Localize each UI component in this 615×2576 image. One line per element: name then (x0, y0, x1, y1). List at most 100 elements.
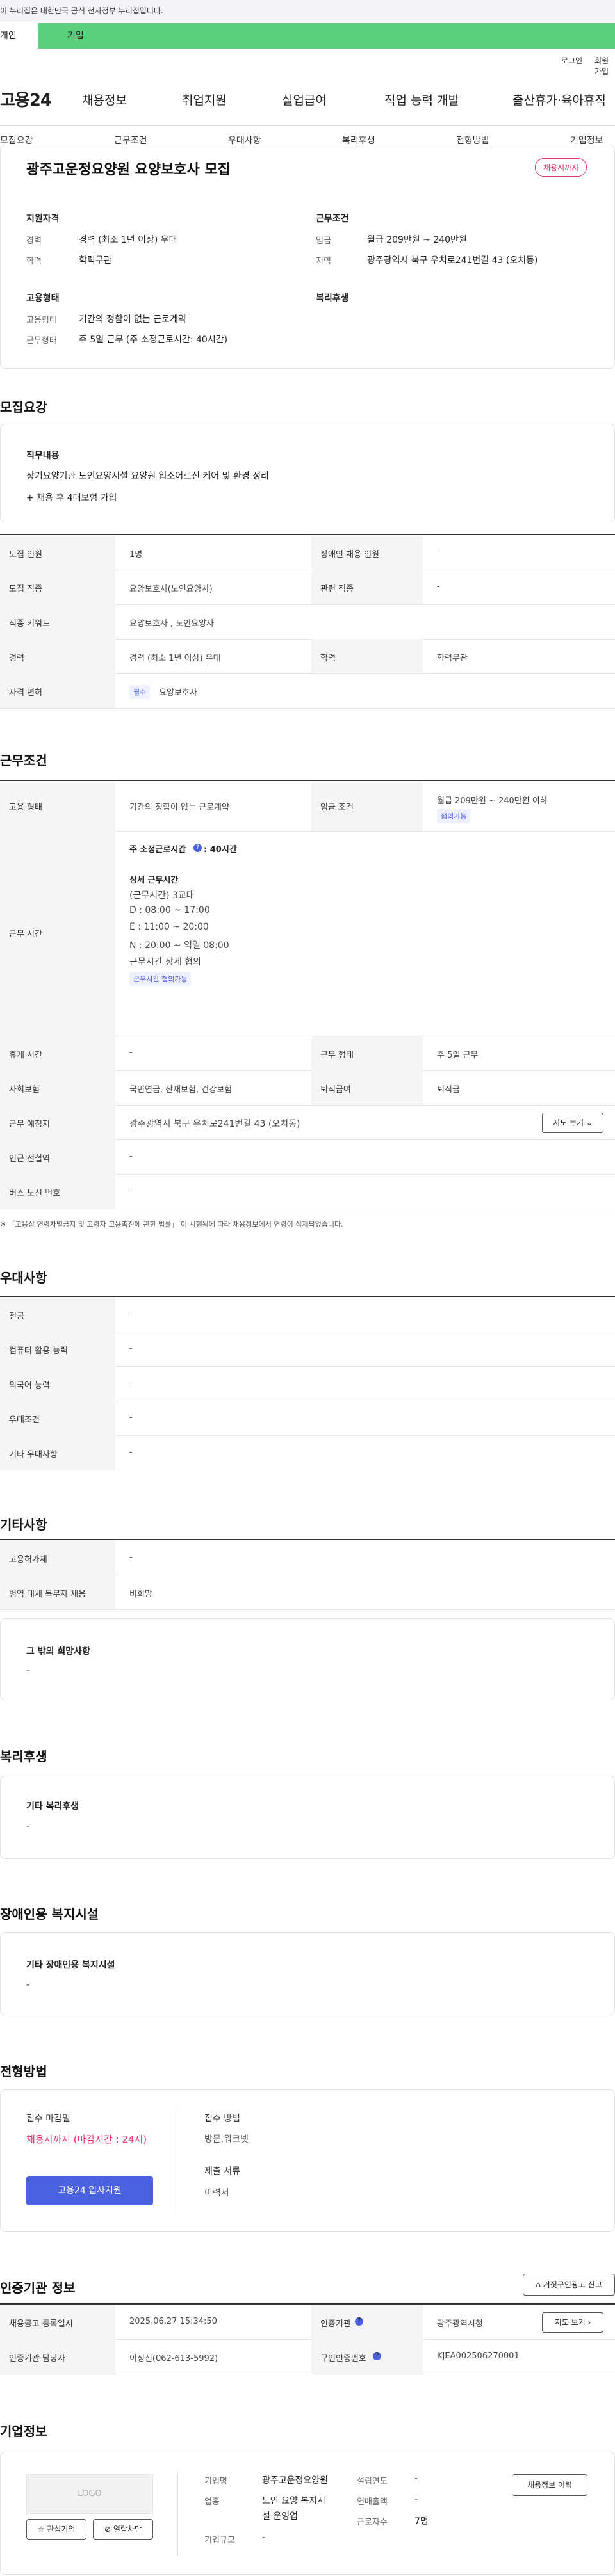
welfare-section-title: 복리후생 (0, 1749, 47, 1764)
duty-card: 직무내용 장기요양기관 노인요양시설 요양원 입소어르신 케어 및 환경 정리 … (0, 424, 615, 522)
company-name-label: 기업명 (204, 2477, 227, 2486)
tab-business-label: 기업 (67, 31, 84, 41)
block-view-button[interactable]: ⊘ 열람차단 (93, 2519, 153, 2540)
table-cell: 광주광역시 북구 우치로241번길 43 (오치동) (129, 1119, 300, 1129)
duty-text: 장기요양기관 노인요양시설 요양원 입소어르신 케어 및 환경 정리 (26, 471, 269, 481)
user-type-tabs: 개인 기업 (0, 23, 615, 49)
disabled-heading: 기타 장애인용 복지시설 (26, 1960, 115, 1970)
process-card: 접수 마감일 채용시까지 (마감시간 : 24시) 고용24 입사지원 접수 방… (0, 2089, 615, 2232)
company-logo: LOGO (26, 2474, 153, 2514)
company-name-value: 광주고운정요양원 (262, 2475, 329, 2486)
table-row: 자격 면허 필수 요양보호사 (0, 673, 615, 709)
help-icon[interactable]: ? (355, 2317, 363, 2326)
disabled-section-title: 장애인용 복지시설 (0, 1906, 99, 1922)
cert-map-button[interactable]: 지도 보기 › (542, 2312, 603, 2333)
method-label: 접수 방법 (204, 2114, 240, 2124)
chevron-right-icon: › (587, 2318, 591, 2327)
table-header: 직종 키워드 (9, 619, 50, 629)
table-row: 채용공고 등록일시 2025.06.27 15:34:50 인증기관 ? 광주광… (0, 2305, 615, 2340)
table-row: 버스 노선 번호 - (0, 1174, 615, 1209)
company-size-label: 기업규모 (204, 2536, 235, 2545)
tab-business[interactable]: 기업 (38, 23, 615, 49)
table-header: 채용공고 등록일시 (9, 2319, 73, 2329)
hours-line: 근무시간 상세 협의 (129, 957, 201, 967)
table-cell: - (129, 1186, 133, 1196)
tab-individual[interactable]: 개인 (0, 23, 38, 49)
table-row: 근무 예정지 광주광역시 북구 우치로241번길 43 (오치동) 지도 보기 … (0, 1105, 615, 1140)
table-header: 인증기관 담당자 (9, 2354, 65, 2363)
weekly-hours-label: 주 소정근로시간 (129, 845, 186, 855)
job-title: 광주고운정요양원 요양보호사 모집 (26, 162, 231, 178)
help-icon[interactable]: ? (193, 844, 202, 852)
job-summary-card: 광주고운정요양원 요양보호사 모집 채용시까지 지원자격 경력 경력 (최소 1… (0, 145, 615, 369)
table-header: 우대조건 (9, 1415, 40, 1425)
table-header: 임금 조건 (320, 803, 354, 812)
table-row: 모집 직종 요양보호사(노인요양사) 관련 직종 - (0, 570, 615, 605)
docs-label: 제출 서류 (204, 2166, 240, 2177)
site-logo[interactable]: 고용24 (0, 87, 52, 111)
table-row: 휴게 시간 - 근무 형태 주 5일 근무 (0, 1036, 615, 1071)
sales-value: - (414, 2494, 418, 2504)
table-cell: - (129, 1048, 133, 1058)
help-icon[interactable]: ? (373, 2352, 381, 2360)
gnb-item-vocational-training[interactable]: 직업 능력 개발 (384, 91, 459, 108)
gnb-item-employment-support[interactable]: 취업지원 (182, 91, 227, 108)
table-cell: - (129, 1378, 133, 1388)
table-cell: - (129, 1344, 133, 1353)
table-row: 기타 우대사항 - (0, 1435, 615, 1470)
employment-heading: 고용형태 (26, 293, 60, 303)
table-cell: KJEA002506270001 (437, 2351, 520, 2361)
table-header: 장애인 채용 인원 (320, 550, 379, 559)
company-logo-text: LOGO (78, 2489, 102, 2499)
table-row: 컴퓨터 활용 능력 - (0, 1332, 615, 1367)
apply-button-label: 고용24 입사지원 (58, 2186, 122, 2196)
wage-value: 월급 209만원 ~ 240만원 (367, 235, 467, 245)
hours-line: (근무시간) 3교대 (129, 890, 195, 901)
table-header: 외국어 능력 (9, 1381, 50, 1390)
duty-heading: 직무내용 (26, 451, 60, 461)
recruit-section-title: 모집요강 (0, 399, 47, 415)
signup-link[interactable]: 회원가입 (594, 55, 615, 77)
table-header: 컴퓨터 활용 능력 (9, 1346, 68, 1356)
detail-hours-label: 상세 근무시간 (129, 876, 179, 885)
method-value: 방문,워크넷 (204, 2134, 249, 2145)
table-cell: 경력 (최소 1년 이상) 우대 (129, 654, 221, 663)
report-fake-ad-button[interactable]: ⌂ 거짓구인광고 신고 (523, 2274, 615, 2296)
map-button[interactable]: 지도 보기 ⌄ (542, 1113, 603, 1133)
work-form-value: 주 5일 근무 (주 소정근로시간: 40시간) (79, 335, 228, 345)
industry-label: 업종 (204, 2497, 220, 2507)
gnb-item-unemployment-benefit[interactable]: 실업급여 (282, 91, 327, 108)
table-row: 고용허가제 - (0, 1540, 615, 1575)
weekly-hours-value: : 40시간 (204, 845, 237, 855)
prefer-section-title: 우대사항 (0, 1270, 47, 1285)
table-row: 사회보험 국민연금, 산재보험, 건강보험 퇴직급여 퇴직금 (0, 1070, 615, 1106)
table-cell: 요양보호사(노인요양사) (129, 584, 213, 594)
etc-section-title: 기타사항 (0, 1517, 47, 1533)
gnb-item-parental-leave[interactable]: 출산휴가·육아휴직 (512, 91, 606, 108)
table-row: 인근 전철역 - (0, 1139, 615, 1175)
table-row: 모집 인원 1명 장애인 채용 인원 - (0, 535, 615, 570)
job-history-button[interactable]: 채용정보 이력 (512, 2474, 587, 2496)
welfare-detail-heading: 기타 복리후생 (26, 1801, 79, 1812)
table-cell: 광주광역시청 (437, 2319, 483, 2329)
table-cell: 학력무관 (437, 654, 468, 663)
block-label: 열람차단 (113, 2525, 142, 2534)
deadline-value: 채용시까지 (마감시간 : 24시) (26, 2134, 147, 2145)
career-label: 경력 (26, 236, 42, 246)
docs-value: 이력서 (204, 2188, 229, 2198)
login-link[interactable]: 로그인 (561, 55, 582, 66)
table-header: 모집 직종 (9, 584, 42, 594)
welfare-value: - (26, 1821, 30, 1831)
disabled-card: 기타 장애인용 복지시설 - (0, 1932, 615, 2015)
table-header: 인증기관 (320, 2319, 351, 2329)
table-row: 우대조건 - (0, 1401, 615, 1436)
other-wishes-card: 그 밖의 희망사항 - (0, 1618, 615, 1700)
apply-button[interactable]: 고용24 입사지원 (26, 2176, 153, 2205)
staff-value: 7명 (414, 2516, 429, 2527)
table-header: 관련 직종 (320, 584, 354, 594)
negotiable-chip: 협의가능 (437, 809, 471, 823)
welfare-card: 기타 복리후생 - (0, 1776, 615, 1859)
gnb-item-jobs[interactable]: 채용정보 (82, 91, 127, 108)
region-value: 광주광역시 북구 우치로241번길 43 (오치동) (367, 255, 538, 266)
favorite-company-button[interactable]: ☆ 관심기업 (26, 2519, 86, 2540)
